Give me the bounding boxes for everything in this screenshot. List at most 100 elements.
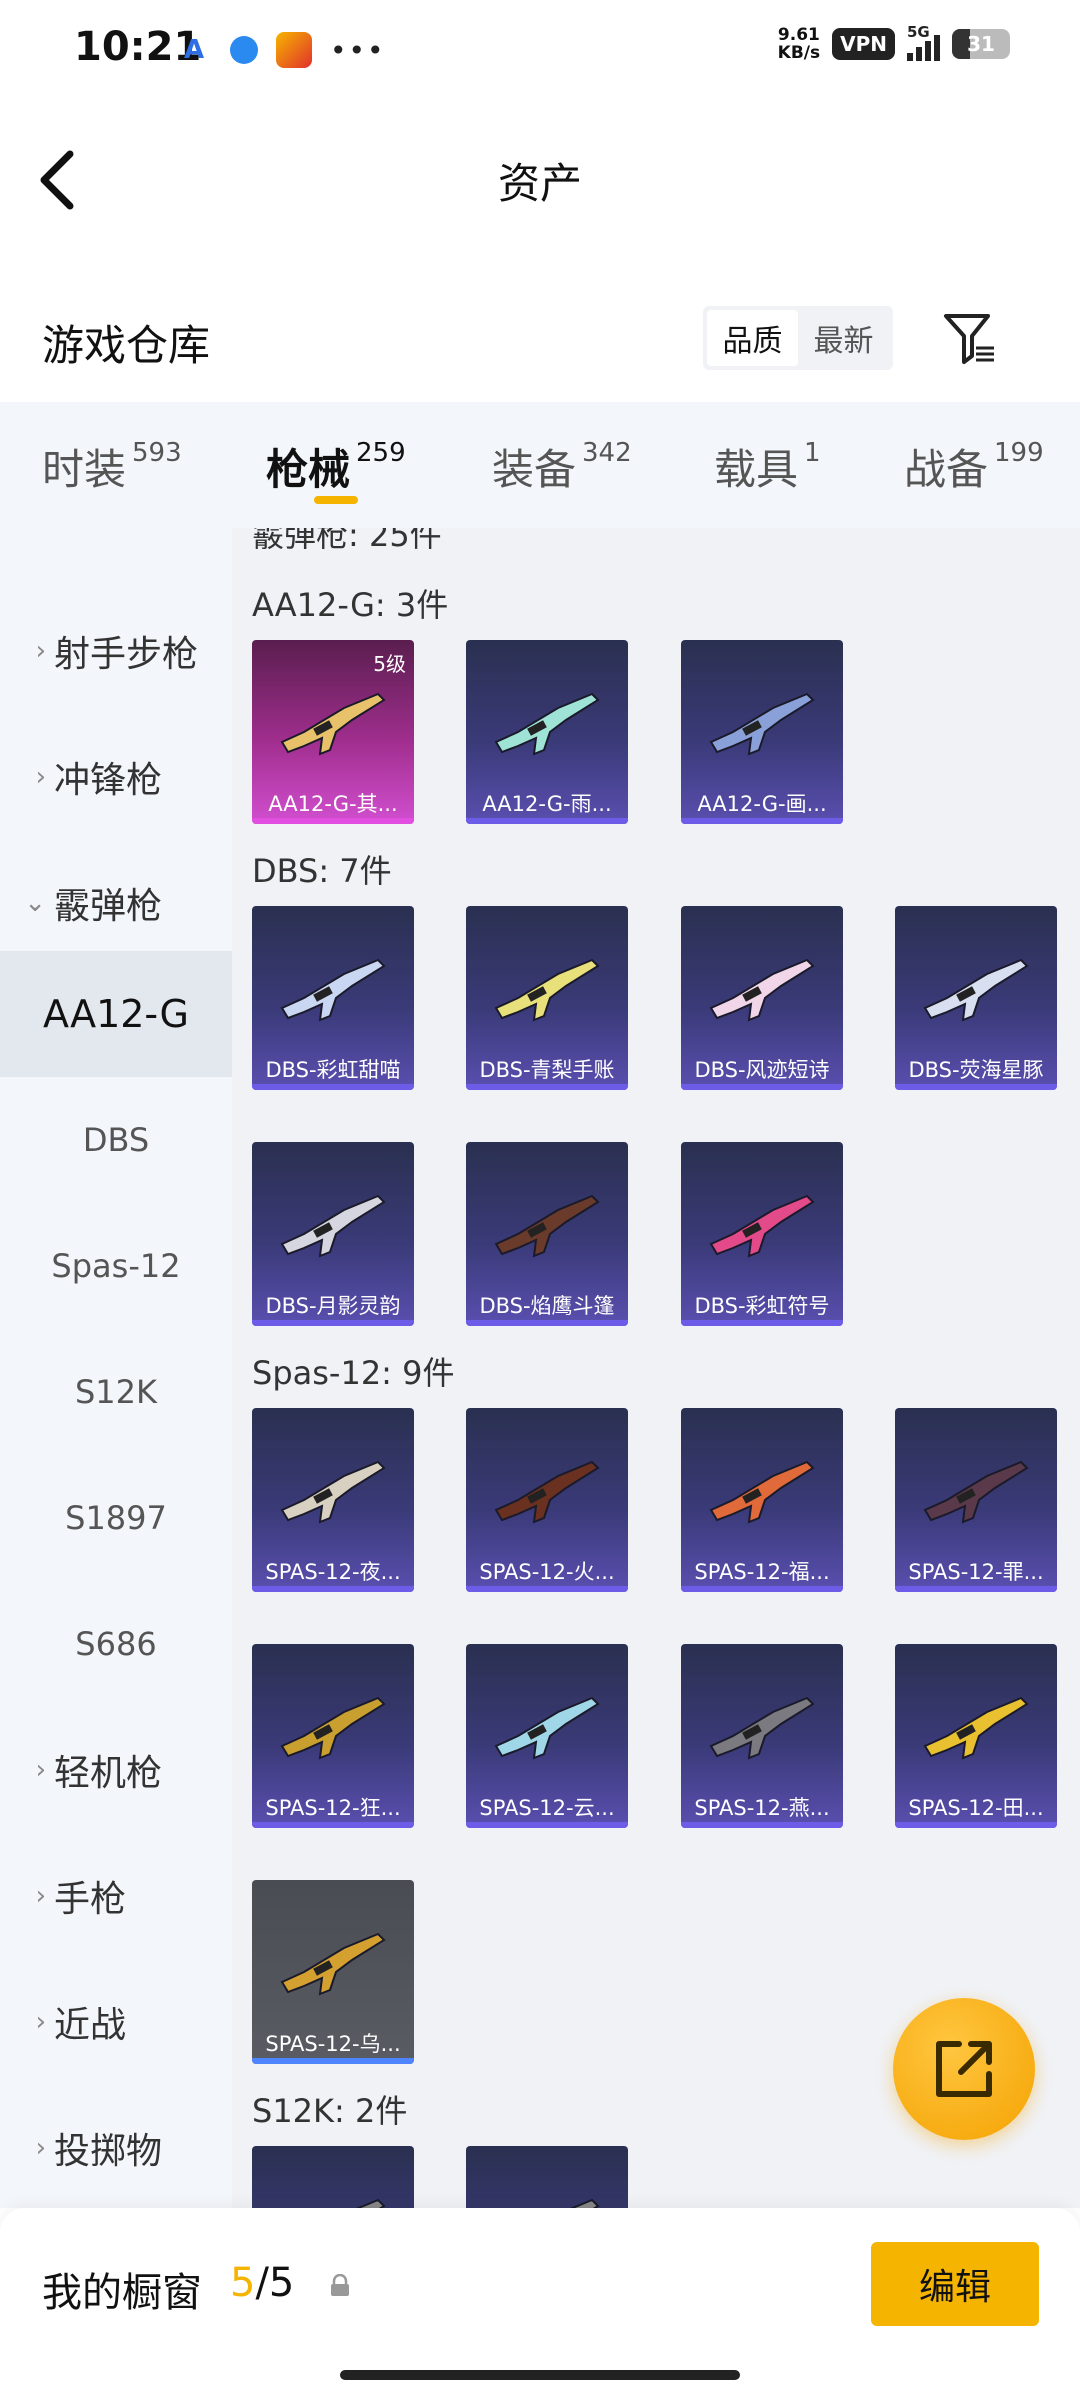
vpn-badge: VPN bbox=[832, 28, 895, 60]
rarity-bar bbox=[252, 818, 414, 824]
chevron-down-icon: ⌄ bbox=[24, 888, 46, 918]
tab-equipment[interactable]: 装备 342 bbox=[492, 436, 632, 497]
home-indicator[interactable] bbox=[340, 2370, 740, 2380]
tab-label: 装备 bbox=[492, 445, 577, 494]
weapon-image bbox=[280, 1932, 386, 1996]
weapon-image bbox=[569, 2198, 600, 2208]
share-button[interactable] bbox=[893, 1998, 1035, 2140]
sidebar-subitem-dbs[interactable]: DBS bbox=[0, 1077, 232, 1203]
status-time: 10:21 bbox=[74, 24, 202, 70]
weapon-image bbox=[280, 1460, 386, 1524]
weapon-image bbox=[923, 958, 1029, 1022]
sort-newest-option[interactable]: 最新 bbox=[798, 310, 889, 366]
rarity-bar bbox=[681, 1084, 843, 1090]
weapon-skin-name: AA12-G-雨... bbox=[482, 792, 612, 816]
tab-count: 259 bbox=[356, 438, 406, 468]
group-title: DBS: 7件 bbox=[252, 852, 392, 890]
tab-label: 时装 bbox=[42, 445, 127, 494]
rarity-bar bbox=[252, 2058, 414, 2064]
weapon-skin-name: SPAS-12-燕... bbox=[694, 1796, 830, 1820]
weapon-skin-card[interactable]: DBS-荧海星豚 bbox=[895, 906, 1057, 1090]
showcase-count: 5/5 bbox=[230, 2260, 294, 2306]
chevron-right-icon: › bbox=[35, 636, 46, 666]
share-export-icon bbox=[936, 2041, 992, 2097]
weapon-skin-card[interactable]: AA12-G-画... bbox=[681, 640, 843, 824]
battery-icon: 31 bbox=[952, 29, 1010, 59]
signal-icon: 5G bbox=[907, 23, 940, 61]
weapon-skin-name: SPAS-12-云... bbox=[479, 1796, 615, 1820]
showcase-title: 我的橱窗 bbox=[42, 2270, 202, 2316]
filter-button[interactable] bbox=[942, 310, 998, 366]
tab-supplies[interactable]: 战备 199 bbox=[904, 436, 1044, 497]
weapon-skin-card[interactable]: AA12-G-雨... bbox=[466, 640, 628, 824]
sidebar-subitem-spas12[interactable]: Spas-12 bbox=[0, 1203, 232, 1329]
weapon-image bbox=[494, 1696, 600, 1760]
sidebar-item-label: DBS bbox=[82, 1121, 150, 1159]
weapon-image bbox=[709, 1696, 815, 1760]
weapon-skin-card[interactable]: 5级 AA12-G-其... bbox=[252, 640, 414, 824]
tab-firearms[interactable]: 枪械 259 bbox=[266, 436, 406, 497]
weapon-skin-name: SPAS-12-福... bbox=[694, 1560, 830, 1584]
weapon-image bbox=[280, 1696, 386, 1760]
rarity-bar bbox=[252, 1586, 414, 1592]
tab-count: 1 bbox=[804, 438, 821, 468]
sidebar-item-label: S686 bbox=[75, 1625, 157, 1663]
weapon-image bbox=[280, 958, 386, 1022]
sidebar-item-lmg[interactable]: › 轻机枪 bbox=[0, 1707, 232, 1833]
weapon-skin-card[interactable]: SPAS-12-田... bbox=[895, 1644, 1057, 1828]
level-badge: 5级 bbox=[373, 652, 406, 676]
weapon-skin-card[interactable]: SPAS-12-狂... bbox=[252, 1644, 414, 1828]
sidebar-item-melee[interactable]: › 近战 bbox=[0, 1959, 232, 2085]
sidebar-item-marksman-rifle[interactable]: › 射手步枪 bbox=[0, 588, 232, 714]
sidebar-subitem-s686[interactable]: S686 bbox=[0, 1581, 232, 1707]
weapon-skin-card[interactable]: DBS-焰鹰斗篷 bbox=[466, 1142, 628, 1326]
group-title: Spas-12: 9件 bbox=[252, 1354, 455, 1392]
sidebar-item-label: Spas-12 bbox=[51, 1247, 181, 1285]
weapon-grid: 霰弹枪: 25件 AA12-G: 3件 5级 AA12-G-其... AA12-G-雨… bbox=[232, 528, 1080, 2208]
edit-button[interactable]: 编辑 bbox=[871, 2242, 1039, 2326]
sidebar-subitem-s12k[interactable]: S12K bbox=[0, 1329, 232, 1455]
tab-label: 载具 bbox=[714, 445, 799, 494]
weapon-skin-card[interactable]: SPAS-12-福... bbox=[681, 1408, 843, 1592]
tab-fashion[interactable]: 时装 593 bbox=[42, 436, 182, 497]
weapon-skin-card[interactable]: SPAS-12-罪... bbox=[895, 1408, 1057, 1592]
weapon-skin-card[interactable]: DBS-月影灵韵 bbox=[252, 1142, 414, 1326]
sidebar-item-label: 霰弹枪 bbox=[54, 886, 163, 927]
weapon-skin-name: DBS-彩虹甜喵 bbox=[265, 1058, 401, 1082]
weapon-image bbox=[923, 1460, 1029, 1524]
weapon-skin-card[interactable]: DBS-彩虹符号 bbox=[681, 1142, 843, 1326]
sidebar-item-pistol[interactable]: › 手枪 bbox=[0, 1833, 232, 1959]
weapon-image bbox=[280, 1194, 386, 1258]
weapon-skin-name: DBS-青梨手账 bbox=[479, 1058, 615, 1082]
rarity-bar bbox=[895, 1586, 1057, 1592]
weapon-skin-card[interactable]: SPAS-12-夜... bbox=[252, 1408, 414, 1592]
group-title: AA12-G: 3件 bbox=[252, 586, 449, 624]
tab-vehicles[interactable]: 载具 1 bbox=[714, 436, 821, 497]
sidebar-item-smg[interactable]: › 冲锋枪 bbox=[0, 714, 232, 840]
rarity-bar bbox=[681, 1822, 843, 1828]
app-a-icon: A bbox=[184, 35, 205, 65]
weapon-skin-card[interactable]: DBS-青梨手账 bbox=[466, 906, 628, 1090]
sidebar-subitem-aa12g[interactable]: AA12-G bbox=[0, 951, 232, 1077]
sidebar-item-throwables[interactable]: › 投掷物 bbox=[0, 2085, 232, 2208]
page-title: 资产 bbox=[497, 159, 582, 208]
weapon-skin-card[interactable]: SPAS-12-乌... bbox=[252, 1880, 414, 2064]
weapon-skin-card[interactable] bbox=[252, 2146, 414, 2208]
weapon-skin-card[interactable]: DBS-风迹短诗 bbox=[681, 906, 843, 1090]
sidebar-subitem-s1897[interactable]: S1897 bbox=[0, 1455, 232, 1581]
weapon-skin-card[interactable]: DBS-彩虹甜喵 bbox=[252, 906, 414, 1090]
weapon-image bbox=[280, 692, 386, 756]
chevron-right-icon: › bbox=[35, 1755, 46, 1785]
rarity-bar bbox=[895, 1822, 1057, 1828]
sidebar-item-label: 轻机枪 bbox=[54, 1753, 163, 1794]
weapon-skin-card[interactable] bbox=[466, 2146, 628, 2208]
sort-quality-option[interactable]: 品质 bbox=[707, 310, 798, 366]
sidebar-item-shotgun[interactable]: ⌄ 霰弹枪 bbox=[0, 840, 232, 966]
weapon-image bbox=[494, 692, 600, 756]
weapon-skin-card[interactable]: SPAS-12-火... bbox=[466, 1408, 628, 1592]
weapon-skin-card[interactable]: SPAS-12-云... bbox=[466, 1644, 628, 1828]
weapon-image bbox=[709, 1194, 815, 1258]
weapon-skin-card[interactable]: SPAS-12-燕... bbox=[681, 1644, 843, 1828]
showcase-count-total: /5 bbox=[255, 2260, 295, 2306]
status-bar: 10:21 A ••• 9.61 KB/s VPN 5G 31 bbox=[0, 0, 1080, 100]
